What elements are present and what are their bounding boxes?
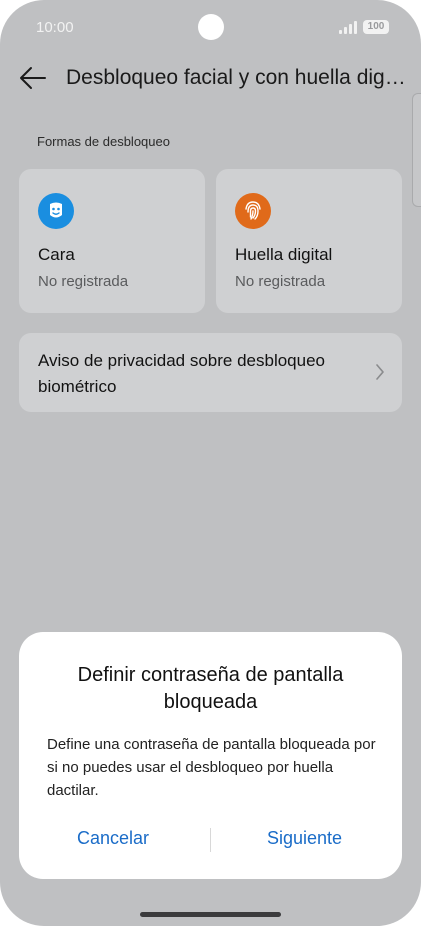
- page-title: Desbloqueo facial y con huella digital: [66, 66, 406, 89]
- set-password-dialog: Definir contraseña de pantalla bloqueada…: [19, 632, 402, 879]
- chevron-right-icon: [374, 360, 386, 384]
- card-status: No registrada: [38, 273, 129, 290]
- battery-icon: 100: [363, 20, 389, 34]
- privacy-notice-item[interactable]: Aviso de privacidad sobre desbloqueo bio…: [19, 333, 402, 412]
- face-unlock-card[interactable]: Cara No registrada: [19, 169, 205, 313]
- signal-icon: [339, 21, 357, 34]
- card-title: Huella digital: [235, 245, 333, 264]
- battery-level: 100: [367, 21, 385, 32]
- privacy-notice-label: Aviso de privacidad sobre desbloqueo bio…: [38, 351, 325, 396]
- front-camera: [198, 14, 224, 40]
- button-divider: [210, 828, 211, 852]
- scroll-handle[interactable]: [412, 93, 421, 207]
- back-arrow-icon[interactable]: [18, 64, 48, 92]
- face-icon: [38, 193, 74, 229]
- section-label: Formas de desbloqueo: [37, 134, 170, 149]
- dialog-message: Define una contraseña de pantalla bloque…: [47, 736, 376, 799]
- app-bar: Desbloqueo facial y con huella digital: [0, 56, 421, 100]
- home-indicator[interactable]: [140, 912, 281, 917]
- fingerprint-icon: [235, 193, 271, 229]
- fingerprint-unlock-card[interactable]: Huella digital No registrada: [216, 169, 402, 313]
- dialog-title: Definir contraseña de pantalla bloqueada: [77, 664, 344, 713]
- phone-screen: 10:00 100 Desbloqueo facial y con huella…: [0, 0, 421, 926]
- status-bar: 10:00 100: [0, 0, 421, 56]
- card-title: Cara: [38, 245, 75, 264]
- next-button[interactable]: Siguiente: [267, 828, 342, 849]
- card-status: No registrada: [235, 273, 326, 290]
- status-time: 10:00: [36, 19, 74, 36]
- cancel-button[interactable]: Cancelar: [77, 828, 149, 849]
